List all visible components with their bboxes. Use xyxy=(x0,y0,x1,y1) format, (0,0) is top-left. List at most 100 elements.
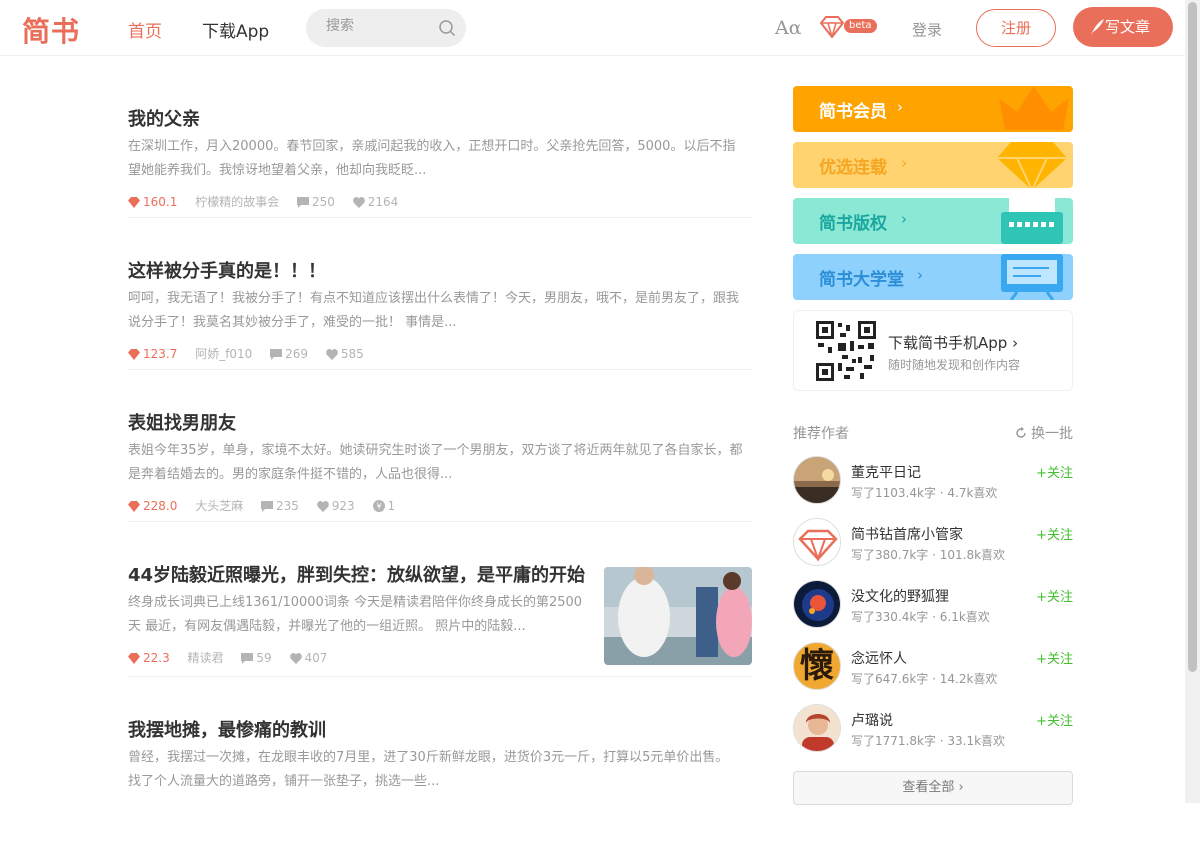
follow-button[interactable]: +关注 xyxy=(1036,710,1073,729)
diamond-icon xyxy=(128,501,140,512)
svg-text:¥: ¥ xyxy=(376,502,381,511)
article-thumbnail[interactable] xyxy=(604,567,752,665)
banner-membership[interactable]: 简书会员 › xyxy=(793,86,1073,132)
article-title[interactable]: 我摆地摊，最惨痛的教训 xyxy=(128,716,326,742)
nav-home[interactable]: 首页 xyxy=(128,17,162,42)
like-count: 585 xyxy=(326,347,364,361)
follow-button[interactable]: +关注 xyxy=(1036,586,1073,605)
banner-label: 简书会员 xyxy=(819,102,887,122)
register-button[interactable]: 注册 xyxy=(976,9,1056,47)
author-link[interactable]: 阿娇_f010 xyxy=(195,345,252,362)
chevron-right-icon: › xyxy=(897,98,903,116)
banner-serial[interactable]: 优选连载 › xyxy=(793,142,1073,188)
follow-button[interactable]: +关注 xyxy=(1036,648,1073,667)
login-link[interactable]: 登录 xyxy=(912,19,942,40)
comment-count[interactable]: 250 xyxy=(297,195,335,209)
comment-icon xyxy=(241,653,254,664)
article-abstract: 曾经，我摆过一次摊，在龙眼丰收的7月里，进了30斤新鲜龙眼，进货价3元一斤，打算… xyxy=(128,750,729,789)
article-abstract: 在深圳工作，月入20000。春节回家，亲戚问起我的收入，正想开口时。父亲抢先回答… xyxy=(128,139,736,178)
view-all-button[interactable]: 查看全部 › xyxy=(793,771,1073,805)
article-title[interactable]: 表姐找男朋友 xyxy=(128,409,236,435)
search-icon[interactable] xyxy=(438,19,456,37)
author-stats: 写了330.4k字 · 6.1k喜欢 xyxy=(851,610,990,624)
scrollbar-thumb[interactable] xyxy=(1188,2,1197,672)
refresh-button[interactable]: 换一批 xyxy=(1015,423,1073,443)
download-app-card[interactable]: 下载简书手机App › 随时随地发现和创作内容 xyxy=(793,310,1073,391)
chevron-right-icon: › xyxy=(1012,334,1019,352)
article-title[interactable]: 44岁陆毅近照曝光，胖到失控：放纵欲望，是平庸的开始 xyxy=(128,561,598,587)
avatar[interactable] xyxy=(793,704,841,752)
author-name[interactable]: 简书钻首席小管家 xyxy=(851,524,963,544)
article-meta: 123.7 阿娇_f010 269 585 xyxy=(128,345,378,362)
follow-button[interactable]: +关注 xyxy=(1036,462,1073,481)
diamond-count: 228.0 xyxy=(128,499,177,513)
article-abstract: 表姐今年35岁，单身，家境不太好。她读研究生时谈了一个男朋友，双方谈了将近两年就… xyxy=(128,443,743,482)
author-link[interactable]: 柠檬精的故事会 xyxy=(195,193,279,210)
download-subtitle: 随时随地发现和创作内容 xyxy=(888,358,1021,372)
comment-count[interactable]: 269 xyxy=(270,347,308,361)
banner-copyright[interactable]: 简书版权 › xyxy=(793,198,1073,244)
font-size-toggle[interactable]: Aα xyxy=(775,17,802,39)
comment-icon xyxy=(261,501,274,512)
list-item: 44岁陆毅近照曝光，胖到失控：放纵欲望，是平庸的开始 终身成长词典已上线1361… xyxy=(128,542,753,677)
search-box[interactable] xyxy=(306,9,466,47)
article-abstract: 终身成长词典已上线1361/10000词条 今天是精读君陪伴你终身成长的第250… xyxy=(128,595,583,634)
chevron-right-icon: › xyxy=(958,780,964,795)
avatar[interactable] xyxy=(793,518,841,566)
diamond-beta-link[interactable]: beta xyxy=(820,16,877,40)
avatar[interactable] xyxy=(793,456,841,504)
article-meta: 22.3 精读君 59 407 xyxy=(128,649,341,666)
diamond-count: 22.3 xyxy=(128,651,170,665)
chevron-right-icon: › xyxy=(901,154,907,172)
jianshu-logo[interactable]: 简书 xyxy=(22,10,80,50)
article-title[interactable]: 我的父亲 xyxy=(128,105,200,131)
scrollbar[interactable] xyxy=(1185,0,1200,803)
like-count: 2164 xyxy=(352,195,398,209)
author-item: 简书钻首席小管家 写了380.7k字 · 101.8k喜欢 +关注 xyxy=(793,518,1073,566)
recommended-authors-header: 推荐作者 换一批 xyxy=(793,423,1073,443)
search-input[interactable] xyxy=(326,18,426,34)
thumbnail-photo xyxy=(604,567,752,665)
article-abstract: 呵呵，我无语了！我被分手了！有点不知道应该摆出什么表情了！今天，男朋友，哦不，是… xyxy=(128,291,740,330)
diamond-count: 160.1 xyxy=(128,195,177,209)
qr-code-icon xyxy=(816,321,876,381)
diamond-icon xyxy=(128,653,140,664)
heart-icon xyxy=(289,653,302,664)
diamond-count: 123.7 xyxy=(128,347,177,361)
author-name[interactable]: 没文化的野狐狸 xyxy=(851,586,949,606)
follow-button[interactable]: +关注 xyxy=(1036,524,1073,543)
list-item: 表姐找男朋友 表姐今年35岁，单身，家境不太好。她读研究生时谈了一个男朋友，双方… xyxy=(128,390,753,522)
author-stats: 写了1771.8k字 · 33.1k喜欢 xyxy=(851,734,1006,748)
comment-icon xyxy=(297,197,310,208)
nav-download-app[interactable]: 下载App xyxy=(202,17,269,42)
banner-label: 简书大学堂 xyxy=(819,270,904,290)
author-item: 懷 念远怀人 写了647.6k字 · 14.2k喜欢 +关注 xyxy=(793,642,1073,690)
author-link[interactable]: 精读君 xyxy=(188,649,224,666)
write-article-button[interactable]: 写文章 xyxy=(1073,7,1173,47)
recommended-title: 推荐作者 xyxy=(793,426,849,442)
plus-icon: + xyxy=(1036,652,1047,667)
reward-count: ¥1 xyxy=(372,499,395,513)
author-name[interactable]: 念远怀人 xyxy=(851,648,907,668)
author-item: 没文化的野狐狸 写了330.4k字 · 6.1k喜欢 +关注 xyxy=(793,580,1073,628)
plus-icon: + xyxy=(1036,528,1047,543)
avatar[interactable] xyxy=(793,580,841,628)
list-item: 这样被分手真的是！！！ 呵呵，我无语了！我被分手了！有点不知道应该摆出什么表情了… xyxy=(128,238,753,370)
banner-label: 优选连载 xyxy=(819,158,887,178)
comment-icon xyxy=(270,349,283,360)
author-name[interactable]: 卢璐说 xyxy=(851,710,893,730)
author-item: 董克平日记 写了1103.4k字 · 4.7k喜欢 +关注 xyxy=(793,456,1073,504)
author-link[interactable]: 大头芝麻 xyxy=(195,497,243,514)
banner-university[interactable]: 简书大学堂 › xyxy=(793,254,1073,300)
comment-count[interactable]: 235 xyxy=(261,499,299,513)
typewriter-icon xyxy=(1001,198,1063,244)
article-title[interactable]: 这样被分手真的是！！！ xyxy=(128,257,326,283)
coin-icon: ¥ xyxy=(372,500,385,512)
chevron-right-icon: › xyxy=(901,210,907,228)
comment-count[interactable]: 59 xyxy=(241,651,272,665)
top-navbar: 简书 首页 下载App Aα beta 登录 注册 写文章 xyxy=(0,0,1185,56)
author-name[interactable]: 董克平日记 xyxy=(851,462,921,482)
avatar[interactable]: 懷 xyxy=(793,642,841,690)
gem-icon xyxy=(997,142,1067,188)
diamond-icon xyxy=(128,349,140,360)
